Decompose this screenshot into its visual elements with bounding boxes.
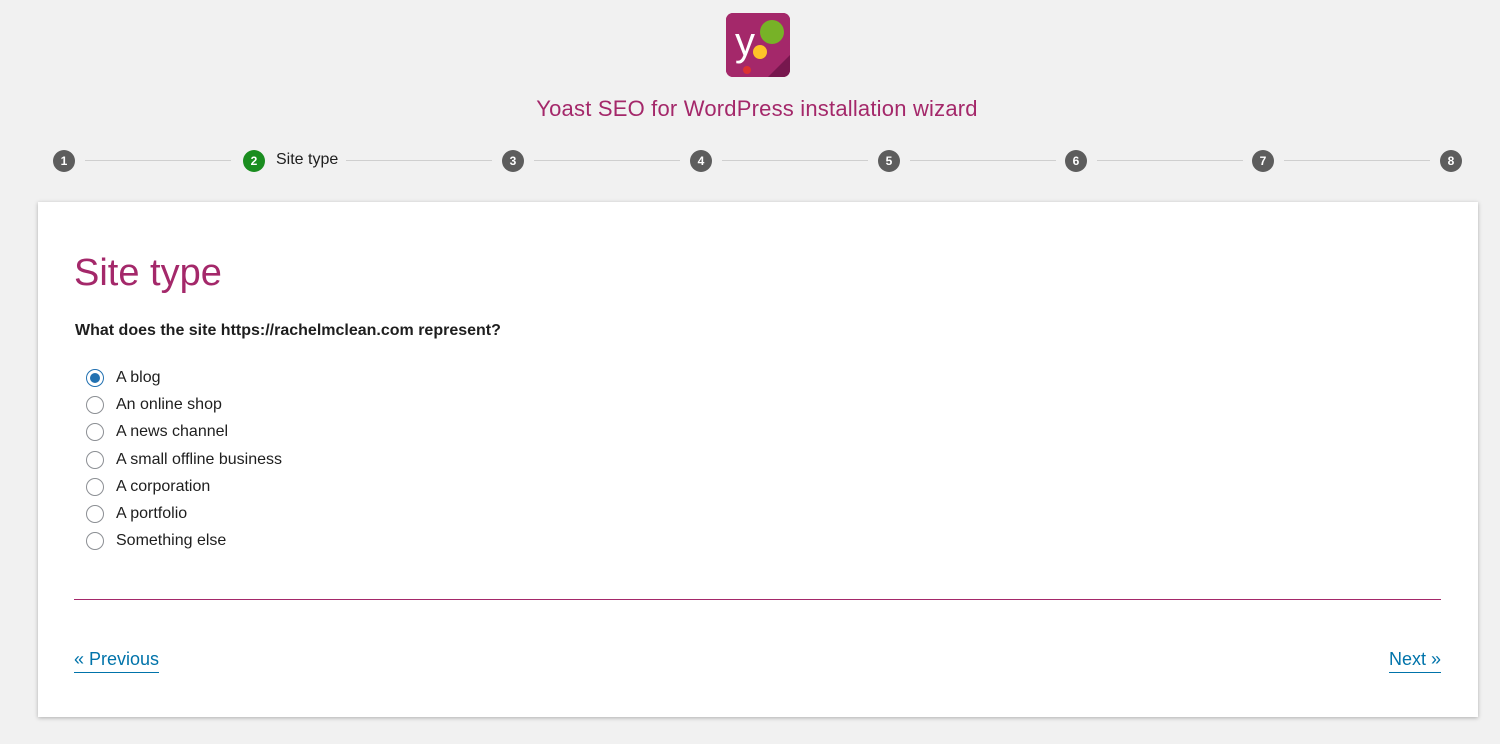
option-label: A blog [116,368,161,386]
radio-button[interactable] [86,477,104,496]
next-button[interactable]: Next » [1388,649,1441,673]
step-8[interactable]: 8 [1440,150,1462,172]
radio-button[interactable] [86,532,104,551]
option-label: Something else [116,532,227,550]
radio-button[interactable] [86,450,104,469]
step-connector [346,160,492,161]
option-something-else[interactable]: Something else [86,528,282,555]
wizard-stepper: 1 2 Site type 3 4 5 6 7 8 [53,150,1463,172]
step-2-label: Site type [276,151,339,168]
option-online-shop[interactable]: An online shop [86,391,282,418]
step-connector [534,160,680,161]
step-connector [85,160,231,161]
step-7[interactable]: 7 [1252,150,1274,172]
option-corporation[interactable]: A corporation [86,473,282,500]
option-news-channel[interactable]: A news channel [86,419,282,446]
option-label: A news channel [116,423,229,441]
yoast-logo-icon: y [726,13,790,77]
step-connector [722,160,868,161]
step-connector [910,160,1056,161]
site-type-options: A blog An online shop A news channel A s… [86,364,282,555]
radio-button[interactable] [86,395,104,414]
option-label: A corporation [116,477,211,495]
option-label: A portfolio [116,505,188,523]
option-small-offline-business[interactable]: A small offline business [86,446,282,473]
step-4[interactable]: 4 [690,150,712,172]
option-portfolio[interactable]: A portfolio [86,500,282,527]
svg-text:y: y [735,20,755,64]
option-label: A small offline business [116,450,283,468]
wizard-title: Yoast SEO for WordPress installation wiz… [536,96,978,121]
step-3[interactable]: 3 [502,150,524,172]
radio-button[interactable] [86,423,104,442]
option-label: An online shop [116,395,222,413]
step-1[interactable]: 1 [53,150,75,172]
option-blog[interactable]: A blog [86,364,282,391]
divider [74,599,1441,600]
step-connector [1097,160,1243,161]
step-connector [1284,160,1430,161]
radio-button-checked[interactable] [86,368,104,387]
wizard-card: Site type What does the site https://rac… [38,202,1478,717]
step-6[interactable]: 6 [1065,150,1087,172]
step-2[interactable]: 2 [243,150,265,172]
radio-button[interactable] [86,505,104,524]
site-type-question: What does the site https://rachelmclean.… [75,322,501,339]
previous-button[interactable]: « Previous [74,649,160,673]
step-5[interactable]: 5 [878,150,900,172]
page-title: Site type [74,252,222,294]
